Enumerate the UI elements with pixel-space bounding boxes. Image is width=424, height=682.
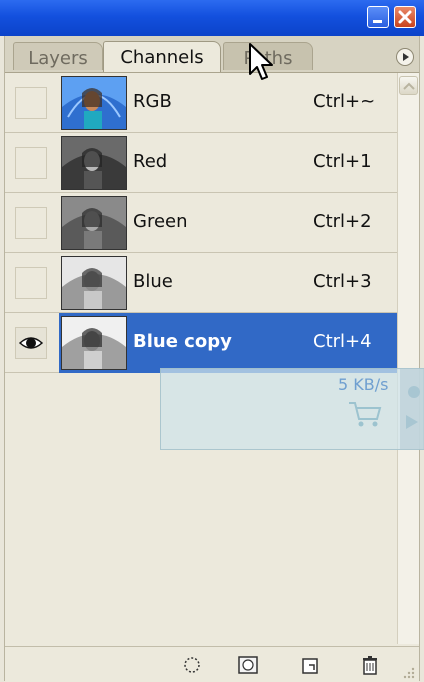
mouse-cursor-icon — [249, 43, 273, 80]
channel-name: Green — [133, 211, 188, 232]
chevron-up-icon — [403, 82, 415, 90]
channel-shortcut: Ctrl+~ — [313, 91, 376, 112]
overlay-side-panel — [400, 369, 424, 449]
channel-thumbnail-red — [61, 136, 127, 190]
download-speed: 5 KB/s — [338, 375, 389, 394]
visibility-toggle[interactable] — [15, 327, 47, 359]
channel-thumbnail-green — [61, 196, 127, 250]
channel-shortcut: Ctrl+4 — [313, 331, 372, 352]
channel-row-blue-copy[interactable]: Blue copy Ctrl+4 — [5, 313, 397, 373]
resize-grip-icon[interactable] — [401, 665, 415, 679]
visibility-toggle[interactable] — [15, 207, 47, 239]
trash-icon[interactable] — [359, 655, 381, 675]
channel-list: RGB Ctrl+~ Red Ctrl+1 Green Ctrl+2 Blue … — [5, 73, 397, 644]
channel-row-red[interactable]: Red Ctrl+1 — [5, 133, 397, 193]
download-overlay[interactable]: 5 KB/s — [160, 368, 424, 450]
channel-name: Blue — [133, 271, 173, 292]
visibility-toggle[interactable] — [15, 267, 47, 299]
eye-icon — [18, 337, 44, 349]
channel-name: Blue copy — [133, 331, 232, 352]
channel-name: RGB — [133, 91, 172, 112]
window-titlebar[interactable] — [0, 0, 424, 36]
channel-shortcut: Ctrl+1 — [313, 151, 372, 172]
channel-row-rgb[interactable]: RGB Ctrl+~ — [5, 73, 397, 133]
play-icon[interactable] — [404, 413, 420, 431]
channel-thumbnail-blue — [61, 256, 127, 310]
panel-menu-button[interactable] — [396, 48, 414, 66]
close-button[interactable] — [394, 6, 416, 28]
channel-row-blue[interactable]: Blue Ctrl+3 — [5, 253, 397, 313]
channel-row-green[interactable]: Green Ctrl+2 — [5, 193, 397, 253]
vertical-scrollbar[interactable] — [397, 73, 419, 677]
minimize-button[interactable] — [367, 6, 389, 28]
settings-icon[interactable] — [405, 383, 423, 401]
tab-layers[interactable]: Layers — [13, 42, 103, 70]
visibility-toggle[interactable] — [15, 87, 47, 119]
channel-thumbnail-blue-copy — [61, 316, 127, 370]
panel-bottom-toolbar — [5, 646, 419, 682]
channels-panel: Layers Paths Channels RGB Ctrl+~ Red Ctr… — [4, 36, 420, 682]
load-channel-as-selection-button[interactable] — [181, 655, 203, 675]
channel-name: Red — [133, 151, 168, 172]
panel-tabstrip: Layers Paths Channels — [5, 36, 419, 73]
new-channel-button[interactable] — [299, 655, 321, 675]
tab-channels[interactable]: Channels — [103, 41, 221, 72]
close-icon — [398, 10, 412, 24]
visibility-toggle[interactable] — [15, 147, 47, 179]
channel-shortcut: Ctrl+2 — [313, 211, 372, 232]
channel-shortcut: Ctrl+3 — [313, 271, 372, 292]
scroll-up-button[interactable] — [399, 76, 418, 95]
shopping-cart-icon[interactable] — [347, 399, 383, 429]
save-selection-as-channel-button[interactable] — [237, 655, 259, 675]
channel-thumbnail-rgb — [61, 76, 127, 130]
